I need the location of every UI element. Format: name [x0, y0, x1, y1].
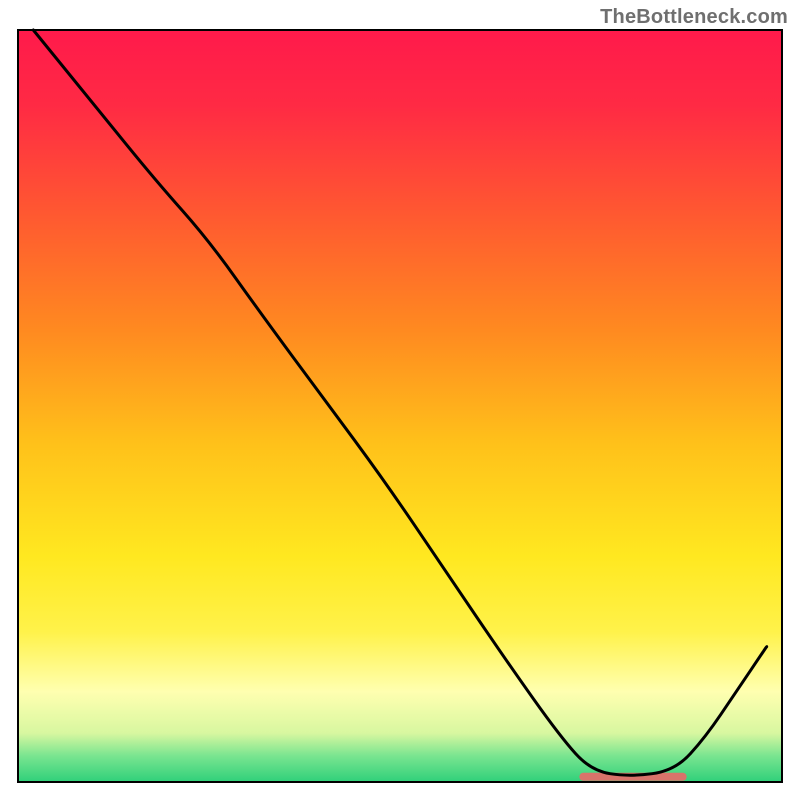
gradient-background: [18, 30, 782, 782]
bottleneck-chart: [0, 0, 800, 800]
